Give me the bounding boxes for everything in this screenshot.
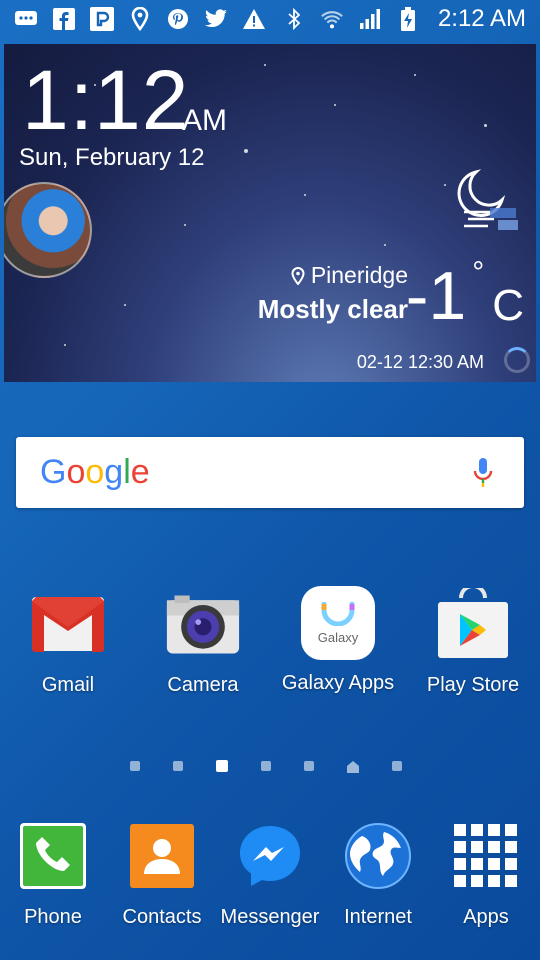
page-dot[interactable] (130, 761, 140, 771)
dock-messenger[interactable]: Messenger (215, 822, 325, 929)
page-dot[interactable] (261, 761, 271, 771)
app-label: Gmail (41, 674, 95, 696)
app-label: Phone (24, 906, 82, 928)
pinterest-icon (166, 7, 190, 31)
degree-symbol: ° (472, 256, 485, 289)
weather-condition: Mostly clear (257, 294, 408, 324)
status-bar: 2:12 AM (0, 0, 540, 38)
app-label: Camera (167, 674, 239, 696)
google-search-bar[interactable]: Google (16, 437, 524, 508)
dock-apps[interactable]: Apps (431, 822, 540, 929)
location-pin-icon (291, 266, 305, 285)
weather-updated-time: 02-12 12:30 AM (356, 352, 484, 372)
app-drawer-grid-icon (452, 822, 520, 890)
clear-night-weather-icon (454, 164, 518, 241)
app-galaxy-apps[interactable]: Galaxy Galaxy Apps (278, 586, 398, 695)
galaxy-apps-icon: Galaxy (301, 586, 375, 660)
internet-globe-icon (344, 822, 412, 890)
clock-time[interactable]: 1:12 (22, 58, 190, 142)
notification-icons (14, 7, 266, 31)
clock-weather-widget[interactable]: 1:12 AM Sun, February 12 Pineridge Mostl… (4, 44, 536, 382)
app-play-store[interactable]: Play Store (413, 586, 533, 697)
signal-icon (358, 7, 382, 31)
twitter-icon (204, 7, 228, 31)
home-page-icon[interactable] (347, 760, 359, 773)
page-indicator[interactable] (130, 760, 402, 773)
page-dot[interactable] (173, 761, 183, 771)
play-store-icon (435, 586, 511, 662)
page-dot[interactable] (392, 761, 402, 771)
temperature-value: -1 (405, 258, 467, 334)
bluetooth-icon (282, 7, 306, 31)
dock-internet[interactable]: Internet (323, 822, 433, 929)
app-camera[interactable]: Camera (143, 586, 263, 697)
microphone-icon[interactable] (472, 457, 494, 494)
page-dot-active[interactable] (216, 760, 228, 772)
app-label: Apps (463, 906, 509, 928)
page-dot[interactable] (304, 761, 314, 771)
temperature-unit: C (492, 281, 524, 330)
weather-temperature[interactable]: -1 ° C (405, 258, 524, 334)
contacts-icon (128, 822, 196, 890)
weather-location[interactable]: Pineridge (291, 262, 408, 289)
app-gmail[interactable]: Gmail (8, 586, 128, 697)
clock-date[interactable]: Sun, February 12 (19, 144, 204, 172)
avatar[interactable] (4, 182, 92, 278)
status-time: 2:12 AM (437, 5, 526, 32)
app-label: Galaxy Apps (281, 672, 395, 694)
weather-location-name: Pineridge (310, 262, 408, 288)
messaging-icon (14, 7, 38, 31)
dock-phone[interactable]: Phone (0, 822, 108, 929)
app-label: Internet (344, 906, 412, 928)
google-logo: Google (40, 453, 150, 491)
dock-contacts[interactable]: Contacts (107, 822, 217, 929)
app-label: Contacts (122, 906, 202, 928)
p-app-icon (90, 7, 114, 31)
system-icons: 2:12 AM (282, 5, 526, 33)
messenger-icon (236, 822, 304, 890)
gmail-icon (30, 586, 106, 662)
galaxy-apps-badge-text: Galaxy (317, 629, 359, 645)
battery-charging-icon (396, 7, 420, 31)
facebook-icon (52, 7, 76, 31)
warning-icon (242, 7, 266, 31)
camera-icon (165, 586, 241, 662)
clock-ampm: AM (182, 104, 227, 137)
app-label: Play Store (426, 674, 520, 696)
phone-icon (19, 822, 87, 890)
refresh-icon[interactable] (504, 347, 530, 373)
location-pin-icon (128, 7, 152, 31)
wifi-icon (320, 7, 344, 31)
app-label: Messenger (220, 906, 320, 928)
